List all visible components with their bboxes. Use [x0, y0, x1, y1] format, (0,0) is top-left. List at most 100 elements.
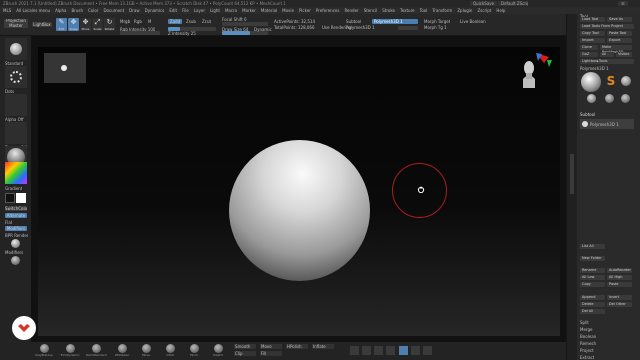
import-button[interactable]: Import [580, 38, 605, 43]
subtool-selector[interactable]: Polymesh3D 1 [372, 19, 418, 24]
menu-help[interactable]: Help [496, 8, 505, 13]
project-item[interactable]: Project [580, 348, 594, 353]
local-button[interactable] [423, 346, 432, 355]
menu-zscript[interactable]: Zscript [477, 8, 491, 13]
subtool-slider[interactable] [398, 26, 418, 30]
hpolish-field[interactable]: HPolish [286, 344, 308, 349]
brush-inflat[interactable]: Inflat [160, 344, 180, 357]
del-all-button[interactable]: Del All [580, 309, 605, 314]
tool-sphere-small-2[interactable] [587, 94, 596, 103]
rotate-mode-button[interactable]: ↻ Rotate [104, 18, 115, 31]
boolean-item[interactable]: Boolean [580, 334, 596, 339]
edit-mode-button[interactable]: ✎ Edit [56, 18, 67, 31]
menu-icon[interactable]: ☰ [618, 0, 628, 6]
menu-texture[interactable]: Texture [400, 8, 415, 13]
scale-mode-button[interactable]: ⤢ Scale [92, 18, 103, 31]
projection-master-button[interactable]: Projection Master [4, 19, 28, 28]
tool-sphere-small-4[interactable] [621, 94, 630, 103]
copy-tool-button[interactable]: Copy Tool [580, 31, 605, 36]
autoreorder-button[interactable]: AutoReorder [607, 268, 632, 273]
zcut-button[interactable]: Zcut [202, 19, 211, 24]
remesh-item[interactable]: Remesh [580, 341, 596, 346]
texture-thumbnail[interactable] [5, 122, 27, 144]
export-button[interactable]: Export [607, 38, 632, 43]
menu-picker[interactable]: Picker [299, 8, 311, 13]
extract-item[interactable]: Extract [580, 355, 594, 360]
color-picker[interactable] [5, 162, 27, 184]
sphere-model[interactable] [229, 140, 370, 281]
menu-dynamics[interactable]: Dynamics [145, 8, 165, 13]
rotate-view-button[interactable] [386, 346, 395, 355]
menu-document[interactable]: Document [103, 8, 124, 13]
subtool-row-selected[interactable]: Polymesh3D 1 [580, 119, 634, 129]
transform-button[interactable] [362, 346, 371, 355]
main-color-swatch[interactable] [5, 193, 15, 203]
insert-button[interactable]: Insert [607, 295, 632, 300]
goz-button[interactable]: GoZ [580, 52, 598, 57]
menu-material[interactable]: Material [261, 8, 277, 13]
rename-button[interactable]: Rename [580, 268, 605, 273]
alternate-button[interactable]: Alternate [5, 213, 27, 218]
modifiers-button[interactable]: Modifiers [5, 226, 27, 231]
append-button[interactable]: Append [580, 295, 605, 300]
menu-alpha[interactable]: Alpha [55, 8, 66, 13]
menu-zplugin[interactable]: Zplugin [457, 8, 472, 13]
live-boolean-toggle[interactable]: Live Boolean [460, 19, 486, 24]
tool-sphere-thumb[interactable] [581, 72, 601, 92]
zsub-button[interactable]: Zsub [186, 19, 196, 24]
zadd-button[interactable]: Zadd [168, 19, 182, 24]
del-other-button[interactable]: Del Other [607, 302, 632, 307]
menu-movie[interactable]: Movie [282, 8, 294, 13]
menu-stencil[interactable]: Stencil [364, 8, 378, 13]
tray-handle[interactable] [570, 154, 574, 194]
all-low-button[interactable]: All Low [580, 275, 605, 280]
alpha-thumbnail[interactable] [5, 94, 27, 116]
brush-zmodeler[interactable]: ZModeler [112, 344, 132, 357]
brush-slash3[interactable]: Slash3 [208, 344, 228, 357]
copy-subtool-button[interactable]: Copy [580, 282, 605, 287]
menu-color[interactable]: Color [88, 8, 98, 13]
paste-tool-button[interactable]: Paste Tool [607, 31, 632, 36]
menu-macro[interactable]: Macro [225, 8, 237, 13]
menu-edit[interactable]: Edit [169, 8, 177, 13]
visible-button[interactable]: Visible [616, 52, 632, 57]
menu-brush[interactable]: Brush [71, 8, 83, 13]
brush-trimdynamic[interactable]: TrimDynamic [60, 344, 80, 357]
smooth-field[interactable]: Smooth [234, 344, 256, 349]
inflate-field[interactable]: Inflate [312, 344, 334, 349]
menu-prefix-mls[interactable]: MLS [3, 8, 11, 13]
merge-item[interactable]: Merge [580, 327, 593, 332]
switch-color-button[interactable]: SwitchColor [5, 206, 27, 211]
rgb-toggle[interactable]: Rgb [134, 19, 142, 24]
delete-button[interactable]: Delete [580, 302, 605, 307]
menu-prefix-locales[interactable]: All Locales menu [16, 8, 50, 13]
orientation-gizmo-icon[interactable] [518, 50, 554, 92]
all-button[interactable]: All [600, 52, 614, 57]
move-field[interactable]: Move [260, 344, 282, 349]
focal-shift-slider[interactable] [222, 22, 268, 26]
persp-button[interactable] [399, 346, 408, 355]
list-all-button[interactable]: List All [580, 244, 605, 249]
tool-s-icon[interactable]: S [604, 74, 618, 88]
secondary-color-swatch[interactable] [16, 193, 26, 203]
right-tray-scrollbar[interactable] [566, 14, 577, 360]
save-as-button[interactable]: Save As [607, 17, 632, 22]
clip-field[interactable]: Clip [234, 351, 256, 356]
rgb-intensity-slider[interactable] [120, 31, 160, 35]
lightbox-tools-button[interactable]: Lightbox▸Tools [580, 59, 634, 64]
brush-pinch[interactable]: Pinch [184, 344, 204, 357]
make-polymesh-button[interactable]: Make PolyMesh3D [600, 45, 632, 54]
stroke-thumbnail[interactable] [5, 66, 27, 88]
menu-tool[interactable]: Tool [420, 8, 428, 13]
dynamic-toggle[interactable]: Dynamic [254, 27, 272, 32]
clone-button[interactable]: Clone [580, 45, 598, 50]
bpr-sphere-icon[interactable] [11, 239, 20, 248]
m-toggle[interactable]: M [148, 19, 151, 24]
fill-field[interactable]: Fill [260, 351, 282, 356]
zscript-selector[interactable]: Default ZScript [498, 0, 528, 6]
new-folder-button[interactable]: New Folder [580, 256, 605, 261]
draw-mode-button[interactable]: ✥ Draw [68, 18, 79, 31]
menu-render[interactable]: Render [344, 8, 358, 13]
brush-thumbnail[interactable] [5, 38, 27, 60]
floor-button[interactable] [411, 346, 420, 355]
